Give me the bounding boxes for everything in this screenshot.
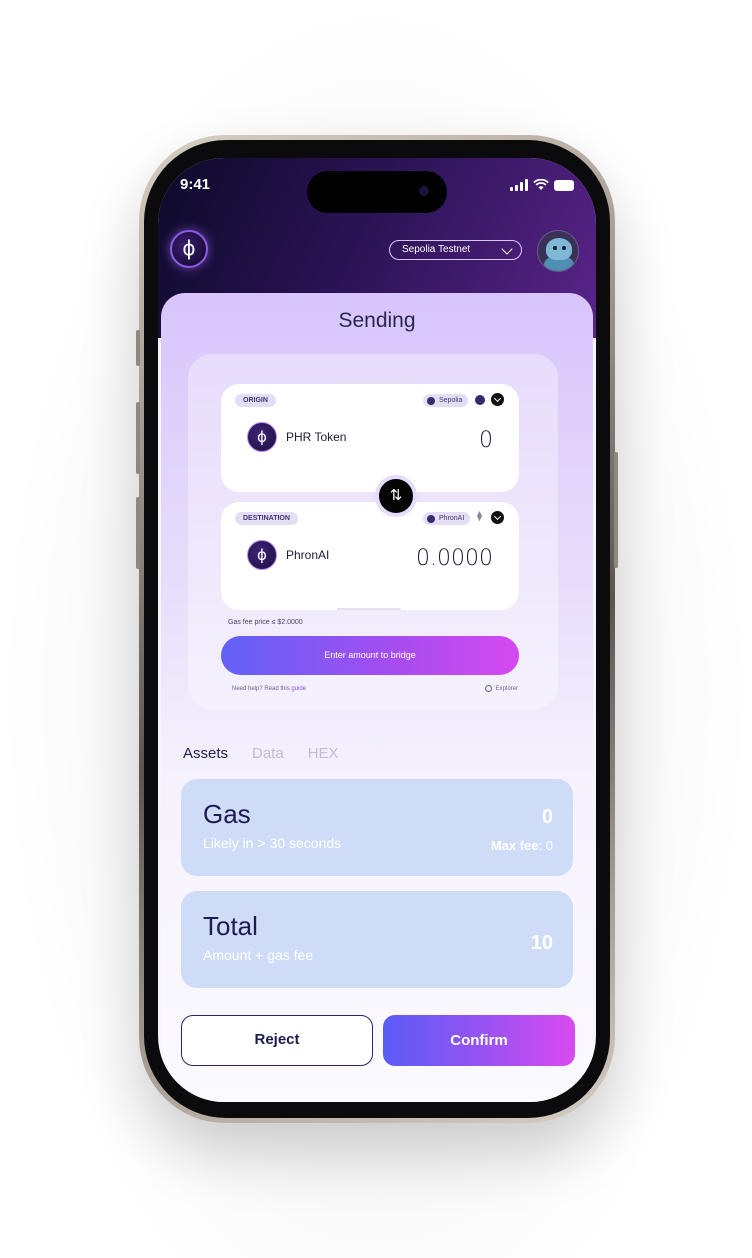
bridge-panel: ORIGIN Sepolia ϕ PHR Token 0 DESTINATION (188, 354, 558, 709)
action-button (136, 330, 140, 366)
app-logo[interactable]: ϕ (170, 230, 208, 268)
network-label: Sepolia Testnet (402, 244, 471, 255)
volume-down-button (136, 497, 140, 569)
status-icons (510, 179, 574, 191)
origin-card: ORIGIN Sepolia ϕ PHR Token 0 (221, 382, 519, 492)
help-text: Need help? Read this guide (232, 686, 307, 692)
signal-icon (510, 179, 528, 191)
phr-token-icon: ϕ (247, 422, 277, 452)
bridge-button[interactable]: Enter amount to bridge (221, 636, 519, 675)
destination-label: DESTINATION (235, 512, 298, 525)
destination-chain-selector[interactable]: PhronAI (423, 512, 471, 525)
total-title: Total (203, 911, 258, 941)
token-mini-icon (475, 395, 485, 405)
page-title: Sending (338, 309, 416, 332)
chevron-down-icon (501, 243, 513, 255)
tab-assets[interactable]: Assets (183, 745, 228, 762)
gas-title: Gas (203, 799, 251, 829)
origin-amount-input[interactable]: 0 (479, 428, 493, 453)
account-avatar[interactable] (537, 230, 579, 272)
sending-sheet: Sending ORIGIN Sepolia ϕ PHR Token 0 DES… (161, 293, 593, 1102)
swap-direction-button[interactable]: ⇅ (375, 475, 417, 517)
tab-hex[interactable]: HEX (308, 745, 339, 762)
dynamic-island (307, 171, 447, 213)
battery-icon (554, 180, 574, 191)
chain-icon (427, 515, 435, 523)
confirm-button[interactable]: Confirm (383, 1015, 575, 1066)
chevron-down-icon[interactable] (491, 511, 504, 524)
gas-value: 0 (541, 806, 553, 828)
chain-icon (427, 397, 435, 405)
phone-screen: 9:41 ϕ Sepolia Testnet Sending ORIGIN Se… (158, 158, 596, 1102)
destination-amount: 0.0000 (416, 546, 493, 571)
globe-icon (484, 685, 492, 692)
origin-token-name[interactable]: PHR Token (286, 430, 346, 444)
total-subtitle: Amount + gas fee (203, 947, 314, 963)
chevron-down-icon[interactable] (491, 393, 504, 406)
power-button (614, 452, 618, 568)
origin-chain-selector[interactable]: Sepolia (423, 394, 469, 407)
wifi-icon (533, 179, 549, 190)
camera-icon (419, 186, 429, 196)
origin-label: ORIGIN (235, 394, 276, 407)
reject-button[interactable]: Reject (181, 1015, 373, 1066)
details-tabs: Assets Data HEX (183, 745, 339, 762)
explorer-link[interactable]: Explorer (484, 685, 518, 692)
gas-eta: Likely in > 30 seconds (203, 835, 342, 851)
destination-token-name[interactable]: PhronAI (286, 548, 329, 562)
volume-up-button (136, 402, 140, 474)
guide-link[interactable]: guide (291, 686, 306, 692)
stage: 9:41 ϕ Sepolia Testnet Sending ORIGIN Se… (0, 0, 752, 1258)
gas-card: Gas Likely in > 30 seconds 0 Max fee: 0 (181, 779, 573, 876)
status-time: 9:41 (180, 176, 211, 193)
network-selector[interactable]: Sepolia Testnet (389, 240, 522, 260)
max-fee: Max fee: 0 (490, 838, 553, 853)
total-value: 10 (530, 932, 553, 954)
total-card: Total Amount + gas fee 10 (181, 891, 573, 988)
phronai-token-icon: ϕ (247, 540, 277, 570)
tab-data[interactable]: Data (252, 745, 284, 762)
destination-card: DESTINATION PhronAI ⧫ ϕ PhronAI 0.0000 (221, 502, 519, 610)
gas-price-text: Gas fee price ≤ $2.0000 (228, 619, 303, 626)
ethereum-icon: ⧫ (477, 511, 482, 522)
